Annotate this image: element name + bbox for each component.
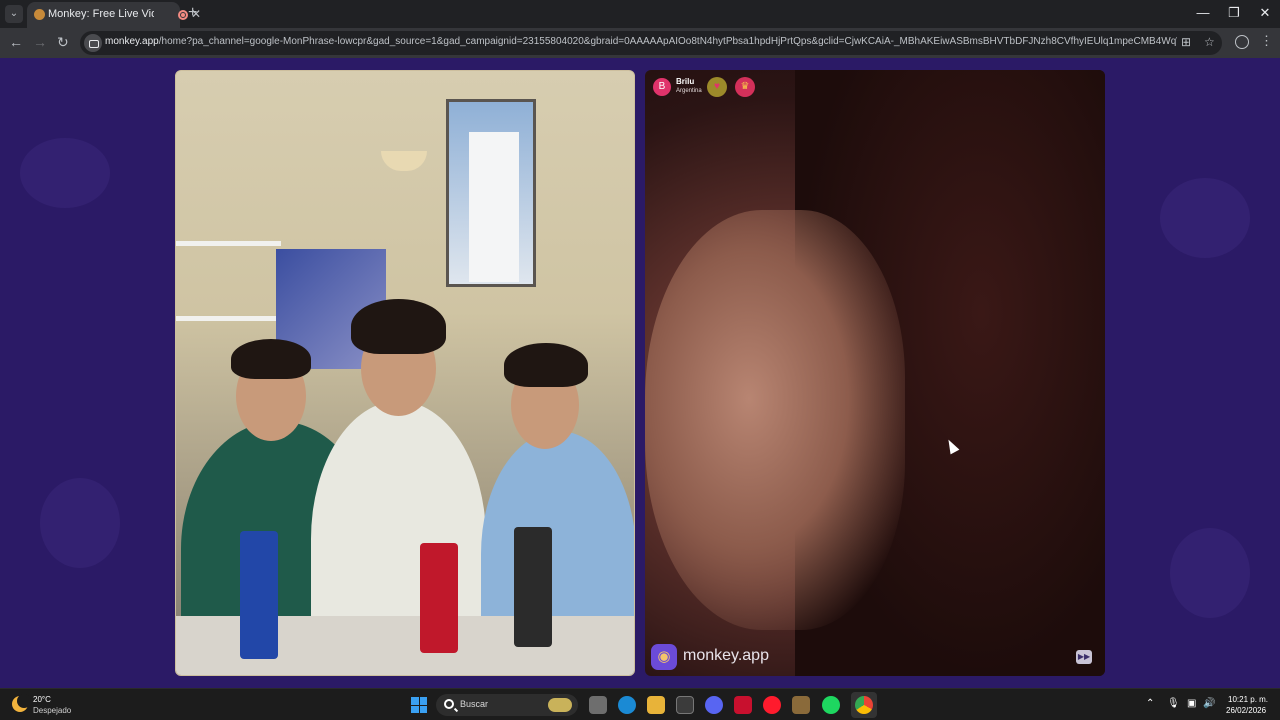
background-pattern <box>40 478 120 568</box>
volume-icon[interactable]: 🔊 <box>1203 698 1215 709</box>
site-info-icon[interactable] <box>84 34 102 52</box>
tab-title: Monkey: Free Live Video Ch <box>48 8 154 20</box>
wall-lamp <box>381 151 427 171</box>
url-text[interactable]: monkey.app/home?pa_channel=google-MonPhr… <box>105 36 1177 50</box>
weather-description[interactable]: Despejado <box>33 706 71 715</box>
microphone-icon[interactable]: 🎙 <box>1167 698 1180 709</box>
person-left-hair <box>231 339 311 379</box>
menu-icon[interactable]: ⋮ <box>1260 33 1273 49</box>
local-video <box>175 70 635 676</box>
address-bar[interactable]: monkey.app/home?pa_channel=google-MonPhr… <box>80 31 1222 55</box>
taskbar-search[interactable]: Buscar <box>436 694 578 716</box>
news-app-icon[interactable] <box>734 696 752 714</box>
new-tab-button[interactable]: + <box>188 4 197 22</box>
red-tumbler <box>420 543 458 653</box>
reload-button[interactable]: ↻ <box>57 34 69 51</box>
profile-icon[interactable] <box>1235 35 1249 49</box>
monkey-favicon-icon <box>34 9 45 20</box>
forward-button[interactable]: → <box>33 34 47 50</box>
caller-name: Brilu <box>676 77 695 86</box>
network-icon[interactable]: ▣ <box>1187 698 1196 709</box>
search-placeholder: Buscar <box>460 699 489 709</box>
search-icon <box>444 699 454 709</box>
game-app-icon[interactable] <box>792 696 810 714</box>
minimize-button[interactable]: — <box>1195 5 1211 20</box>
caller-avatar[interactable]: B <box>653 78 671 96</box>
tab-strip: ⌄ Monkey: Free Live Video Ch ✕ + — ❐ ✕ <box>0 0 1280 28</box>
gift-icon[interactable]: ♛ <box>735 77 755 97</box>
file-explorer-icon[interactable] <box>647 696 665 714</box>
chrome-icon[interactable] <box>855 696 873 714</box>
close-window-button[interactable]: ✕ <box>1257 5 1273 21</box>
browser-toolbar: ← → ↻ monkey.app/home?pa_channel=google-… <box>0 28 1280 58</box>
caller-country: Argentina <box>676 88 702 94</box>
edge-icon[interactable] <box>618 696 636 714</box>
recording-indicator-icon <box>178 10 188 20</box>
taskbar: 20°C Despejado Buscar ⌃ 🎙 ▣ 🔊 10:21 p. m… <box>0 688 1280 720</box>
black-tumbler <box>514 527 552 647</box>
blue-tumbler <box>240 531 278 659</box>
discord-icon[interactable] <box>705 696 723 714</box>
page-viewport: B Brilu Argentina ♥ ♛ ◉ monkey.app ▶▶ <box>0 58 1280 688</box>
wall-shelf <box>176 316 281 321</box>
moon-weather-icon[interactable] <box>12 694 31 712</box>
opera-icon[interactable] <box>763 696 781 714</box>
wall-shelf <box>176 241 281 246</box>
restore-button[interactable]: ❐ <box>1226 5 1242 21</box>
tab-search-button[interactable]: ⌄ <box>5 5 23 23</box>
clock-time[interactable]: 10:21 p. m. <box>1228 695 1268 704</box>
spotify-icon[interactable] <box>822 696 840 714</box>
brand-watermark: monkey.app <box>683 647 769 664</box>
monkey-logo-icon: ◉ <box>651 644 677 670</box>
skip-icon[interactable]: ▶▶ <box>1076 650 1092 664</box>
heart-icon[interactable]: ♥ <box>707 77 727 97</box>
start-button[interactable] <box>411 697 427 713</box>
bookmark-star-icon[interactable]: ☆ <box>1204 35 1215 49</box>
background-pattern <box>1170 528 1250 618</box>
search-highlight-icon <box>548 698 572 712</box>
weather-temperature[interactable]: 20°C <box>33 695 51 704</box>
back-button[interactable]: ← <box>9 34 23 50</box>
store-icon[interactable] <box>676 696 694 714</box>
background-pattern <box>1160 178 1250 258</box>
person-right-hair <box>504 343 588 387</box>
clock-date[interactable]: 26/02/2026 <box>1226 706 1266 715</box>
wall-poster <box>446 99 536 287</box>
remote-video: B Brilu Argentina ♥ ♛ ◉ monkey.app ▶▶ <box>645 70 1105 676</box>
show-hidden-icons[interactable]: ⌃ <box>1146 698 1154 709</box>
remote-face <box>645 210 905 630</box>
background-pattern <box>20 138 110 208</box>
person-middle-hair <box>351 299 446 354</box>
task-view-icon[interactable] <box>589 696 607 714</box>
translate-icon[interactable]: ⊞ <box>1181 35 1191 49</box>
browser-tab[interactable]: Monkey: Free Live Video Ch ✕ <box>27 2 201 28</box>
